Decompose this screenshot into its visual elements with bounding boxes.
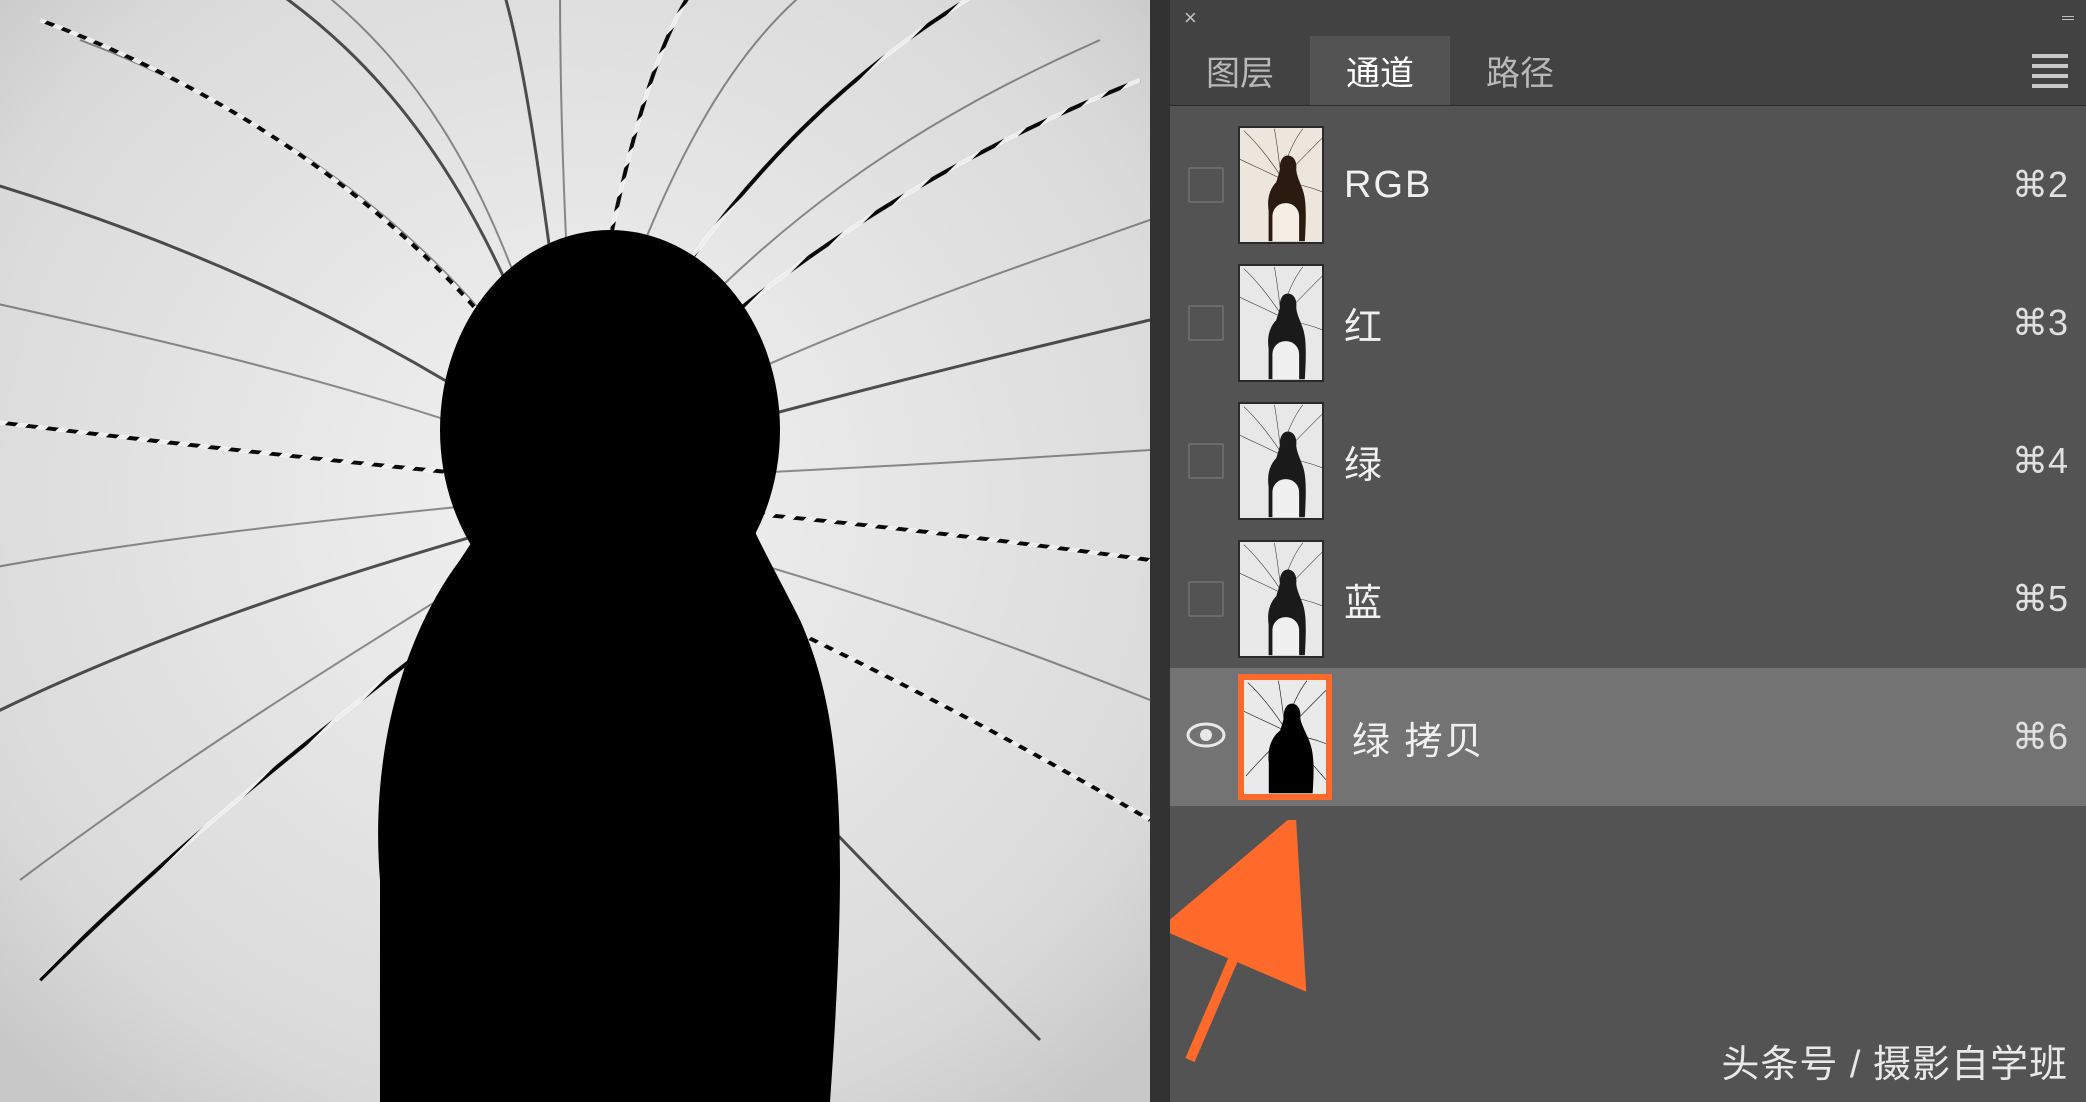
panel-header: × (1170, 0, 2086, 36)
close-icon[interactable]: × (1178, 5, 1203, 31)
channel-shortcut: ⌘4 (2012, 440, 2068, 482)
eye-icon (1184, 713, 1228, 762)
watermark: 头条号 / 摄影自学班 (1721, 1033, 2068, 1088)
channel-row-green[interactable]: 绿 ⌘4 (1170, 392, 2086, 530)
channel-thumbnail[interactable] (1238, 264, 1324, 382)
visibility-toggle[interactable] (1174, 305, 1238, 341)
channel-row-green-copy[interactable]: 绿 拷贝 ⌘6 (1170, 668, 2086, 806)
channel-name: RGB (1324, 164, 2012, 207)
channel-thumbnail[interactable] (1238, 402, 1324, 520)
channels-panel: × 图层 通道 路径 (1170, 0, 2086, 1102)
channel-thumbnail[interactable] (1238, 126, 1324, 244)
panel-gap (1150, 0, 1170, 1102)
channel-thumbnail[interactable] (1238, 540, 1324, 658)
channel-name: 蓝 (1324, 572, 2012, 627)
visibility-toggle[interactable] (1174, 713, 1238, 762)
channel-name: 绿 拷贝 (1332, 710, 2012, 765)
channel-list: RGB ⌘2 红 ⌘3 (1170, 106, 2086, 1102)
channel-row-blue[interactable]: 蓝 ⌘5 (1170, 530, 2086, 668)
visibility-toggle[interactable] (1174, 167, 1238, 203)
channel-shortcut: ⌘5 (2012, 578, 2068, 620)
channel-name: 绿 (1324, 434, 2012, 489)
collapse-icon[interactable] (2058, 12, 2078, 24)
tab-paths[interactable]: 路径 (1450, 36, 1590, 105)
channel-shortcut: ⌘2 (2012, 164, 2068, 206)
channel-shortcut: ⌘6 (2012, 716, 2068, 758)
channel-row-red[interactable]: 红 ⌘3 (1170, 254, 2086, 392)
visibility-toggle[interactable] (1174, 581, 1238, 617)
tab-channels[interactable]: 通道 (1310, 36, 1450, 105)
channel-shortcut: ⌘3 (2012, 302, 2068, 344)
channel-name: 红 (1324, 296, 2012, 351)
panel-tabs: 图层 通道 路径 (1170, 36, 2086, 106)
channel-row-rgb[interactable]: RGB ⌘2 (1170, 116, 2086, 254)
visibility-toggle[interactable] (1174, 443, 1238, 479)
panel-menu-icon[interactable] (2014, 36, 2086, 105)
tab-layers[interactable]: 图层 (1170, 36, 1310, 105)
document-canvas[interactable] (0, 0, 1150, 1102)
channel-thumbnail[interactable] (1238, 674, 1332, 800)
